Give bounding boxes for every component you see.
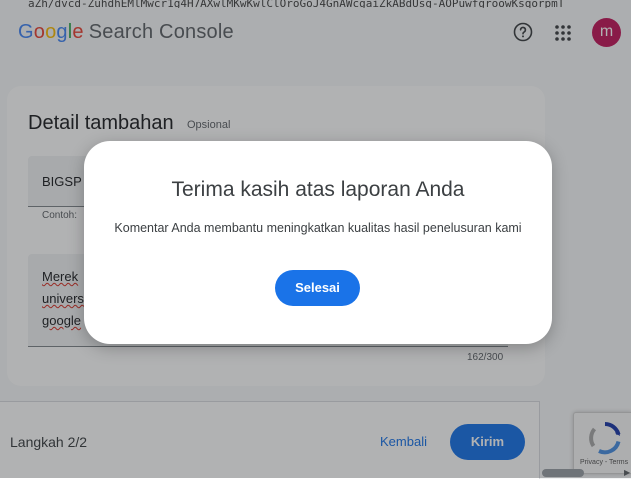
dialog-title: Terima kasih atas laporan Anda [171, 178, 465, 201]
thank-you-dialog: Terima kasih atas laporan Anda Komentar … [84, 141, 552, 344]
done-button[interactable]: Selesai [275, 270, 360, 306]
dialog-message: Komentar Anda membantu meningkatkan kual… [114, 221, 522, 235]
